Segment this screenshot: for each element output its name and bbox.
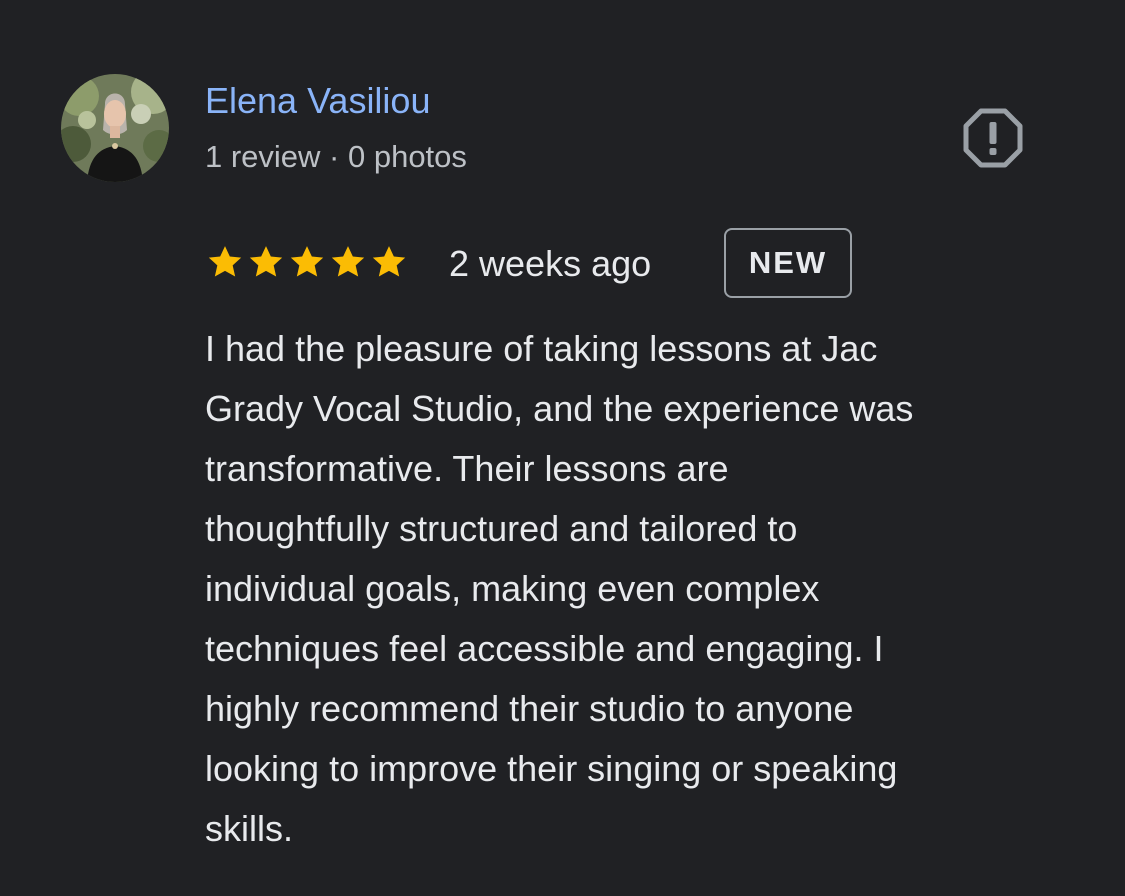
review-date: 2 weeks ago bbox=[449, 243, 652, 284]
review-text-line: individual goals, making even complex bbox=[205, 568, 820, 609]
star-icon bbox=[290, 246, 324, 277]
review-text-line: I had the pleasure of taking lessons at … bbox=[205, 328, 878, 369]
review-text-line: transformative. Their lessons are bbox=[205, 448, 729, 489]
new-badge: NEW bbox=[724, 228, 852, 298]
review-text: I had the pleasure of taking lessons at … bbox=[205, 319, 1085, 859]
report-flag-icon[interactable] bbox=[962, 107, 1024, 169]
reviewer-name-link[interactable]: Elena Vasiliou bbox=[205, 78, 430, 124]
review-text-line: looking to improve their singing or spea… bbox=[205, 748, 898, 789]
review-card: Elena Vasiliou 1 review · 0 photos 2 wee… bbox=[0, 0, 1125, 896]
star-icon bbox=[372, 246, 406, 277]
review-text-line: skills. bbox=[205, 808, 293, 849]
star-icon bbox=[208, 246, 242, 277]
star-rating bbox=[205, 242, 409, 282]
review-text-line: techniques feel accessible and engaging.… bbox=[205, 628, 884, 669]
reviewer-meta: 1 review · 0 photos bbox=[205, 139, 467, 174]
star-icon bbox=[331, 246, 365, 277]
avatar-photo bbox=[61, 74, 169, 182]
review-text-line: Grady Vocal Studio, and the experience w… bbox=[205, 388, 914, 429]
review-text-line: highly recommend their studio to anyone bbox=[205, 688, 854, 729]
review-text-line: thoughtfully structured and tailored to bbox=[205, 508, 798, 549]
reviewer-avatar[interactable] bbox=[61, 74, 169, 182]
star-icon bbox=[249, 246, 283, 277]
